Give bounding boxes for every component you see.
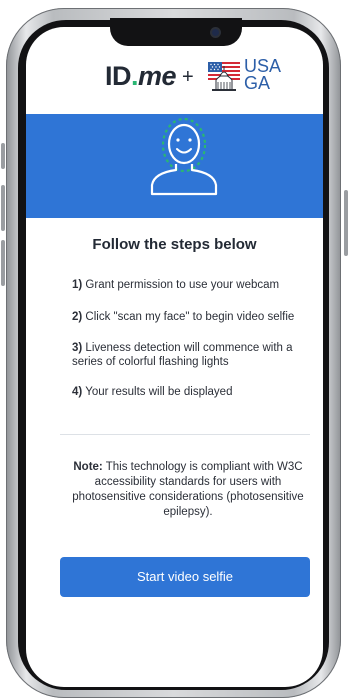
header-logos: ID.me + USA GA: [0, 57, 349, 96]
step-text: Your results will be displayed: [82, 386, 233, 398]
step-item: 2) Click "scan my face" to begin video s…: [72, 310, 294, 324]
phone-notch: [110, 18, 242, 46]
usaga-logo-line2: GA: [244, 73, 271, 93]
idme-logo-prefix: ID: [105, 61, 132, 91]
accessibility-note: Note: This technology is compliant with …: [66, 460, 310, 520]
idme-logo-dot: .: [131, 61, 139, 91]
phone-power-button: [344, 190, 348, 256]
plus-sign: +: [182, 66, 194, 88]
step-item: 3) Liveness detection will commence with…: [72, 341, 312, 369]
note-label: Note:: [73, 461, 103, 473]
idme-logo-suffix: me: [138, 61, 177, 91]
capitol-flag-icon: [208, 62, 240, 91]
page-title: Follow the steps below: [92, 236, 257, 253]
start-video-selfie-button[interactable]: Start video selfie: [60, 557, 310, 597]
step-text: Click "scan my face" to begin video self…: [82, 311, 295, 323]
step-number: 4): [72, 386, 83, 398]
usaga-logo-text: USA GA: [244, 57, 281, 93]
step-number: 2): [72, 311, 83, 323]
step-text: Grant permission to use your webcam: [82, 279, 280, 291]
step-item: 4) Your results will be displayed: [72, 385, 232, 399]
face-scan-icon: [150, 117, 218, 196]
step-number: 3): [72, 342, 83, 354]
step-item: 1) Grant permission to use your webcam: [72, 278, 279, 292]
phone-volume-up-button: [1, 185, 5, 231]
section-divider: [60, 434, 310, 435]
phone-side-button: [1, 143, 5, 169]
idme-logo: ID.me: [105, 60, 177, 92]
front-camera-icon: [212, 29, 219, 36]
step-number: 1): [72, 279, 83, 291]
step-text: Liveness detection will commence with a …: [72, 342, 293, 368]
note-text: This technology is compliant with W3C ac…: [72, 461, 304, 518]
phone-volume-down-button: [1, 240, 5, 286]
